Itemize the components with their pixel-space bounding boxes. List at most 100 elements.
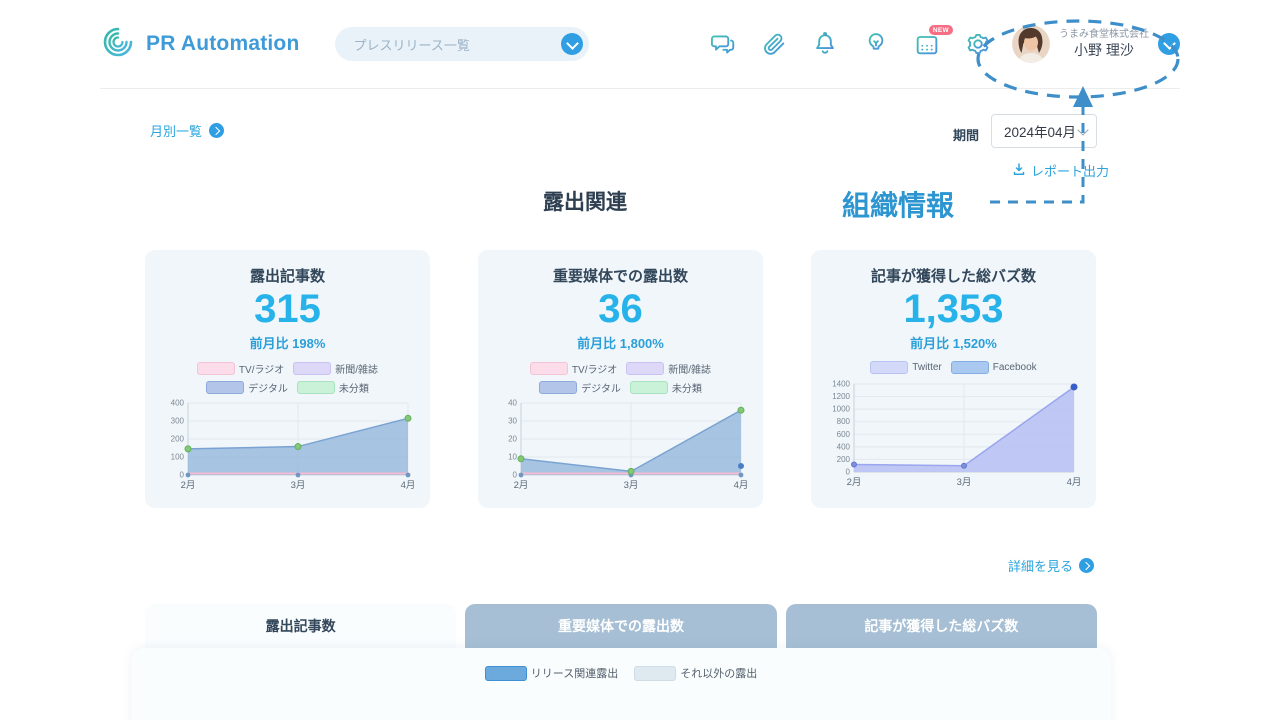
calendar-icon[interactable]: NEW xyxy=(913,30,941,58)
card-key-media: 重要媒体での露出数 36 前月比 1,800% TV/ラジオ新聞/雑誌デジタル未… xyxy=(478,250,763,508)
legend-swatch xyxy=(870,361,908,374)
app-header: PR Automation プレスリリース一覧 xyxy=(100,0,1180,89)
svg-text:3月: 3月 xyxy=(957,477,972,488)
bottom-tabs: 露出記事数 重要媒体での露出数 記事が獲得した総バズ数 xyxy=(145,604,1097,648)
legend-swatch xyxy=(634,666,676,681)
svg-text:2月: 2月 xyxy=(181,480,196,491)
svg-text:3月: 3月 xyxy=(291,480,306,491)
kpi-cards: 露出記事数 315 前月比 198% TV/ラジオ新聞/雑誌デジタル未分類 01… xyxy=(145,250,1096,508)
svg-text:0: 0 xyxy=(513,470,518,479)
legend-item: デジタル xyxy=(206,380,288,395)
legend-swatch xyxy=(485,666,527,681)
page-nav-dropdown[interactable]: プレスリリース一覧 xyxy=(335,27,589,61)
details-link[interactable]: 詳細を見る xyxy=(1008,556,1094,575)
chat-icon[interactable] xyxy=(709,30,737,58)
svg-text:800: 800 xyxy=(837,417,851,426)
user-menu[interactable]: うまみ食堂株式会社 小野 理沙 xyxy=(1012,25,1180,63)
avatar xyxy=(1012,25,1050,63)
svg-text:40: 40 xyxy=(508,398,517,407)
report-export-link[interactable]: レポート出力 xyxy=(1012,161,1109,180)
svg-text:2月: 2月 xyxy=(847,477,862,488)
legend-item: TV/ラジオ xyxy=(530,361,617,376)
svg-text:1400: 1400 xyxy=(832,379,850,388)
legend-item: 新聞/雑誌 xyxy=(293,361,378,376)
card-title: 露出記事数 xyxy=(250,265,325,286)
chevron-right-icon xyxy=(1079,558,1094,573)
tab-total-buzz[interactable]: 記事が獲得した総バズ数 xyxy=(786,604,1097,648)
svg-text:1200: 1200 xyxy=(832,392,850,401)
report-export-label: レポート出力 xyxy=(1031,161,1109,180)
svg-text:600: 600 xyxy=(837,430,851,439)
legend-swatch xyxy=(293,362,331,375)
area-chart-exposure-articles: 01002003004002月3月4月 xyxy=(161,398,414,494)
svg-text:2月: 2月 xyxy=(514,480,529,491)
svg-text:4月: 4月 xyxy=(401,480,414,491)
area-chart-total-buzz: 02004006008001000120014002月3月4月 xyxy=(827,379,1080,491)
card-mom: 前月比 1,800% xyxy=(577,333,664,352)
legend-label: Facebook xyxy=(993,362,1037,373)
legend-swatch xyxy=(530,362,568,375)
chevron-down-icon xyxy=(1077,124,1088,135)
card-title: 重要媒体での露出数 xyxy=(553,265,688,286)
period-select-value: 2024年04月 xyxy=(1004,121,1076,141)
legend-swatch xyxy=(626,362,664,375)
svg-text:0: 0 xyxy=(180,470,185,479)
svg-text:30: 30 xyxy=(508,416,517,425)
user-info: うまみ食堂株式会社 小野 理沙 xyxy=(1059,29,1149,59)
card-exposure-articles: 露出記事数 315 前月比 198% TV/ラジオ新聞/雑誌デジタル未分類 01… xyxy=(145,250,430,508)
gear-icon[interactable] xyxy=(964,30,992,58)
svg-text:100: 100 xyxy=(171,452,185,461)
user-name: 小野 理沙 xyxy=(1074,42,1134,60)
svg-text:4月: 4月 xyxy=(1067,477,1080,488)
legend-item: Twitter xyxy=(870,361,941,374)
card-mom: 前月比 1,520% xyxy=(910,333,997,352)
chevron-down-icon[interactable] xyxy=(561,33,583,55)
legend-item: 未分類 xyxy=(297,380,369,395)
legend-item: Facebook xyxy=(951,361,1037,374)
details-link-label: 詳細を見る xyxy=(1008,556,1073,575)
dashboard-page: PR Automation プレスリリース一覧 xyxy=(0,0,1280,720)
lightbulb-icon[interactable] xyxy=(862,30,890,58)
legend-swatch xyxy=(197,362,235,375)
tab-exposure-articles[interactable]: 露出記事数 xyxy=(145,604,456,648)
legend-swatch xyxy=(206,381,244,394)
user-company: うまみ食堂株式会社 xyxy=(1059,29,1149,42)
card-legend: Twitter Facebook xyxy=(820,361,1088,376)
monthly-list-link[interactable]: 月別一覧 xyxy=(150,121,224,140)
bell-icon[interactable] xyxy=(811,30,839,58)
svg-text:200: 200 xyxy=(171,434,185,443)
legend-label: デジタル xyxy=(581,380,621,395)
svg-text:3月: 3月 xyxy=(624,480,639,491)
brand-spiral-icon xyxy=(100,24,136,65)
header-icon-bar: NEW xyxy=(709,30,992,58)
card-value: 315 xyxy=(254,287,321,332)
monthly-list-label: 月別一覧 xyxy=(150,121,202,140)
legend-label: 新聞/雑誌 xyxy=(335,361,378,376)
svg-text:400: 400 xyxy=(837,442,851,451)
legend-item: TV/ラジオ xyxy=(197,361,284,376)
paperclip-icon[interactable] xyxy=(760,30,788,58)
legend-label: リリース関連露出 xyxy=(531,665,618,681)
area-chart-key-media: 0102030402月3月4月 xyxy=(494,398,747,494)
period-label: 期間 xyxy=(953,125,979,144)
svg-text:0: 0 xyxy=(846,467,851,476)
legend-item: 新聞/雑誌 xyxy=(626,361,711,376)
legend-item: 未分類 xyxy=(630,380,702,395)
page-nav-dropdown-value: プレスリリース一覧 xyxy=(353,35,469,54)
legend-item: それ以外の露出 xyxy=(634,665,757,681)
svg-text:400: 400 xyxy=(171,398,185,407)
svg-text:1000: 1000 xyxy=(832,404,850,413)
tab-key-media[interactable]: 重要媒体での露出数 xyxy=(465,604,776,648)
legend-label: デジタル xyxy=(248,380,288,395)
card-total-buzz: 記事が獲得した総バズ数 1,353 前月比 1,520% TwitterFace… xyxy=(811,250,1096,508)
chevron-right-icon xyxy=(209,123,224,138)
legend-swatch xyxy=(297,381,335,394)
period-select[interactable]: 2024年04月 xyxy=(991,114,1097,148)
chevron-down-icon[interactable] xyxy=(1158,33,1180,55)
card-value: 36 xyxy=(598,287,643,332)
legend-item: デジタル xyxy=(539,380,621,395)
legend-label: 未分類 xyxy=(339,380,369,395)
brand-logo[interactable]: PR Automation xyxy=(100,24,299,65)
legend-label: TV/ラジオ xyxy=(239,361,284,376)
brand-name: PR Automation xyxy=(146,32,299,56)
